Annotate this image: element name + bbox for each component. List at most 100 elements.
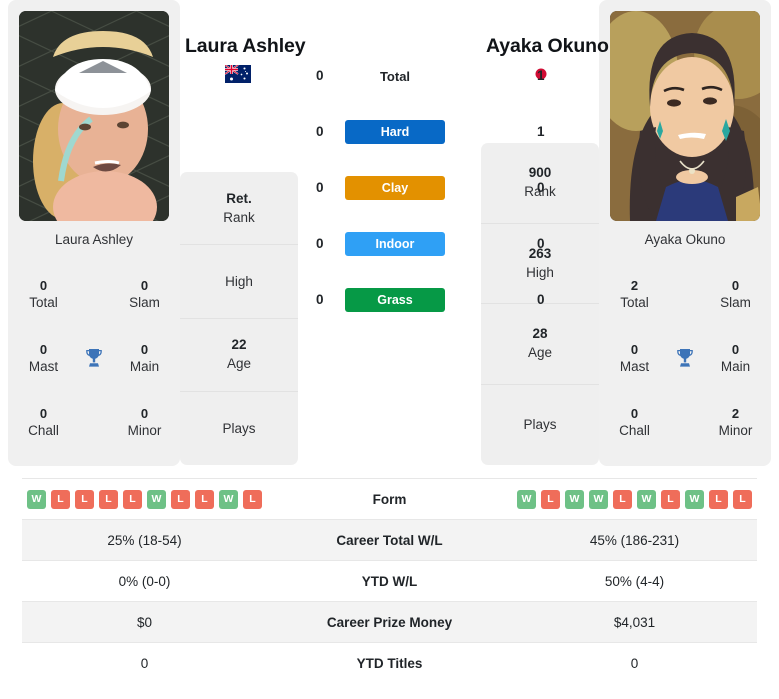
stat-label: Mast (619, 358, 650, 374)
form-badge-loss: L (99, 489, 118, 509)
h2h-left-score: 0 (316, 236, 324, 251)
stat-chall: 0 Chall (8, 405, 79, 440)
h2h-right-score: 1 (537, 68, 545, 83)
rank-label: Age (527, 345, 553, 361)
form-badge-loss: L (123, 489, 142, 509)
trophy-icon (79, 346, 109, 370)
form-badge-win: W (219, 489, 238, 509)
stat-chall: 0 Chall (599, 405, 670, 440)
form-badges-right: WLWWLWLWLL (512, 489, 757, 509)
form-badge-loss: L (733, 489, 752, 509)
rank-label: High (225, 273, 253, 289)
stat-value: 0 (39, 341, 48, 357)
table-cell-left: 25% (18-54) (107, 532, 182, 548)
stat-label: Main (720, 358, 751, 374)
rank-box-left: Ret. Rank High 22 Age Plays (180, 172, 298, 465)
stat-slam: 0 Slam (109, 277, 180, 312)
stat-label: Total (29, 294, 58, 310)
stat-label: Slam (129, 294, 160, 310)
stat-label: Minor (718, 422, 753, 438)
rank-cell-plays: Plays (481, 385, 599, 466)
surface-badge-hard[interactable]: Hard (345, 120, 445, 144)
rank-label: High (526, 264, 554, 280)
table-row-label: YTD Titles (356, 655, 423, 671)
h2h-right-score: 0 (537, 180, 545, 195)
stat-value: 0 (39, 405, 48, 421)
rank-value: 28 (532, 326, 548, 342)
titles-row: 0 Mast 0 Main (8, 326, 180, 390)
surface-badge-indoor[interactable]: Indoor (345, 232, 445, 256)
trophy-icon (670, 346, 700, 370)
form-badge-loss: L (51, 489, 70, 509)
h2h-right-score: 0 (537, 292, 545, 307)
table-row-prize-money: $0 Career Prize Money $4,031 (22, 601, 757, 642)
form-badge-win: W (147, 489, 166, 509)
player-card-left: Laura Ashley 0 Total 0 Slam 0 Mast 0 Mai… (8, 0, 180, 466)
form-badge-loss: L (613, 489, 632, 509)
form-badges-left: WLLLLWLLWL (22, 489, 267, 509)
table-cell-left: $0 (136, 614, 153, 630)
australia-flag-icon (225, 65, 251, 83)
titles-grid-left: 0 Total 0 Slam 0 Mast 0 Main 0 Chall 0 M… (8, 262, 180, 454)
stat-value: 2 (731, 405, 740, 421)
stat-value: 0 (140, 277, 149, 293)
stat-label: Total (620, 294, 649, 310)
table-row-form: WLLLLWLLWL Form WLWWLWLWLL (22, 478, 757, 519)
form-badge-loss: L (171, 489, 190, 509)
stat-value: 0 (731, 277, 740, 293)
table-cell-right: 50% (4-4) (604, 573, 665, 589)
stat-label: Chall (28, 422, 59, 438)
table-cell-right: 0 (630, 655, 639, 671)
form-badge-loss: L (661, 489, 680, 509)
table-row-label: Form (372, 491, 407, 507)
rank-label: Plays (222, 420, 256, 436)
stat-label: Main (129, 358, 160, 374)
comparison-header: Laura Ashley 0 Total 0 Slam 0 Mast 0 Mai… (0, 0, 779, 478)
form-badge-win: W (565, 489, 584, 509)
stat-slam: 0 Slam (700, 277, 771, 312)
form-badge-loss: L (75, 489, 94, 509)
stat-minor: 0 Minor (109, 405, 180, 440)
player-comparison-page: Laura Ashley 0 Total 0 Slam 0 Mast 0 Mai… (0, 0, 779, 699)
rank-cell-age: 22 Age (180, 319, 298, 392)
stat-value: 0 (140, 405, 149, 421)
surface-row-hard: 0 Hard 1 (300, 120, 545, 176)
h2h-left-score: 0 (316, 292, 324, 307)
form-badge-loss: L (195, 489, 214, 509)
comparison-table: WLLLLWLLWL Form WLWWLWLWLL 25% (18-54) C… (0, 478, 779, 683)
form-badge-loss: L (541, 489, 560, 509)
surface-badge-grass[interactable]: Grass (345, 288, 445, 312)
table-cell-left: 0% (0-0) (118, 573, 171, 589)
rank-cell-rank: Ret. Rank (180, 172, 298, 246)
table-cell-right: 45% (186-231) (589, 532, 680, 548)
rank-cell-plays: Plays (180, 392, 298, 465)
stat-value: 0 (39, 277, 48, 293)
stat-value: 0 (140, 341, 149, 357)
stat-label: Chall (619, 422, 650, 438)
rank-cell-high: High (180, 245, 298, 319)
stat-main: 0 Main (700, 341, 771, 376)
rank-label: Age (226, 356, 252, 372)
rank-cell-age: 28 Age (481, 304, 599, 385)
stat-mast: 0 Mast (599, 341, 670, 376)
form-badge-win: W (589, 489, 608, 509)
h2h-left-score: 0 (316, 124, 324, 139)
h2h-right-score: 1 (537, 124, 545, 139)
stat-total: 2 Total (599, 277, 670, 312)
table-row-label: Career Prize Money (326, 614, 453, 630)
table-row-ytd-wl: 0% (0-0) YTD W/L 50% (4-4) (22, 560, 757, 601)
rank-label: Plays (523, 417, 557, 433)
stat-total: 0 Total (8, 277, 79, 312)
stat-mast: 0 Mast (8, 341, 79, 376)
stat-value: 0 (731, 341, 740, 357)
player-title-right[interactable]: Ayaka Okuno (486, 35, 609, 58)
player-name-caption-left: Laura Ashley (54, 232, 134, 247)
titles-row: 0 Chall 0 Minor (8, 390, 180, 454)
table-row-label: Career Total W/L (336, 532, 443, 548)
form-badge-win: W (27, 489, 46, 509)
surface-badge-clay[interactable]: Clay (345, 176, 445, 200)
stat-label: Minor (127, 422, 162, 438)
surface-row-total: 0 Total 1 (300, 64, 545, 120)
table-cell-right: $4,031 (613, 614, 656, 630)
player-title-left[interactable]: Laura Ashley (185, 35, 306, 58)
